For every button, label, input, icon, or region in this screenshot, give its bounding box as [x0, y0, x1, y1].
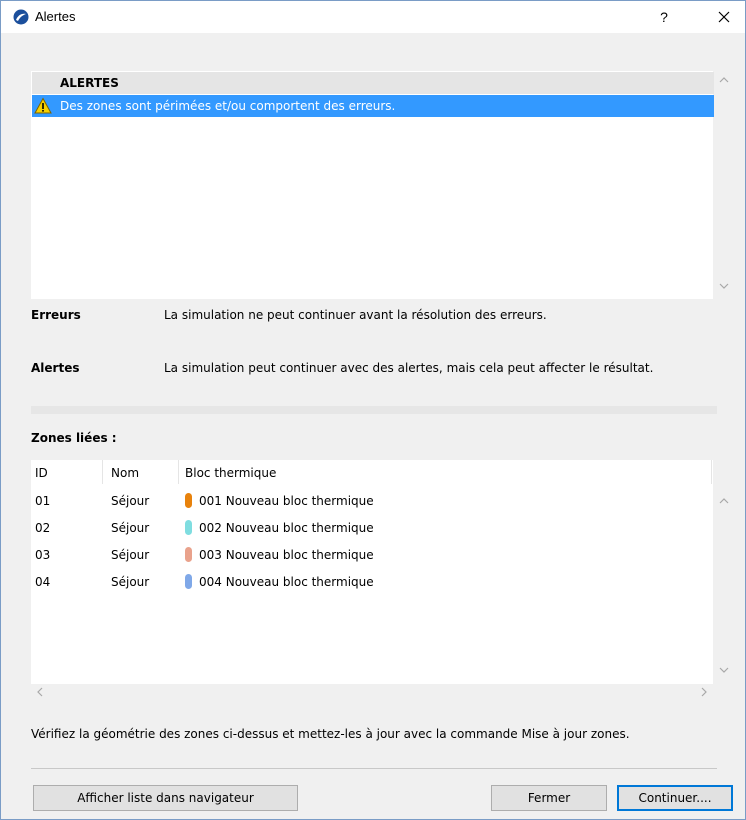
- divider: [31, 768, 717, 769]
- table-row[interactable]: 03 Séjour 003 Nouveau bloc thermique: [31, 541, 713, 568]
- column-divider[interactable]: [102, 460, 103, 484]
- legend-key: Alertes: [31, 361, 80, 375]
- help-button[interactable]: ?: [652, 7, 676, 27]
- app-logo-icon: [13, 9, 29, 25]
- cell-nom: Séjour: [111, 494, 150, 508]
- continue-button[interactable]: Continuer....: [617, 785, 733, 811]
- scroll-up-icon[interactable]: [717, 73, 731, 87]
- alerts-list-header: ALERTES: [32, 72, 714, 94]
- color-swatch: [185, 547, 192, 562]
- zones-table-header: ID Nom Bloc thermique: [31, 460, 713, 484]
- scroll-left-icon[interactable]: [33, 685, 47, 699]
- alert-item[interactable]: Des zones sont périmées et/ou comportent…: [32, 95, 714, 117]
- color-swatch: [185, 493, 192, 508]
- cell-nom: Séjour: [111, 521, 150, 535]
- cell-bloc: 003 Nouveau bloc thermique: [199, 548, 374, 562]
- cell-bloc: 002 Nouveau bloc thermique: [199, 521, 374, 535]
- divider: [31, 406, 717, 414]
- zones-section-title: Zones liées :: [31, 431, 117, 445]
- scroll-up-icon[interactable]: [717, 494, 731, 508]
- close-button[interactable]: Fermer: [491, 785, 607, 811]
- column-header-bloc[interactable]: Bloc thermique: [185, 466, 276, 480]
- warning-icon: [34, 97, 52, 114]
- scroll-down-icon[interactable]: [717, 663, 731, 677]
- cell-bloc: 004 Nouveau bloc thermique: [199, 575, 374, 589]
- cell-id: 03: [35, 548, 51, 562]
- table-row[interactable]: 04 Séjour 004 Nouveau bloc thermique: [31, 568, 713, 595]
- show-list-in-navigator-button[interactable]: Afficher liste dans navigateur: [33, 785, 298, 811]
- title-bar: Alertes ?: [1, 1, 745, 33]
- column-header-nom[interactable]: Nom: [111, 466, 139, 480]
- alerts-list[interactable]: ALERTES Des zones sont périmées et/ou co…: [31, 71, 714, 299]
- close-icon[interactable]: [709, 5, 739, 29]
- column-divider[interactable]: [711, 460, 712, 484]
- zones-table[interactable]: ID Nom Bloc thermique 01 Séjour 001 Nouv…: [31, 460, 713, 684]
- cell-nom: Séjour: [111, 575, 150, 589]
- cell-id: 04: [35, 575, 51, 589]
- scroll-right-icon[interactable]: [697, 685, 711, 699]
- cell-bloc: 001 Nouveau bloc thermique: [199, 494, 374, 508]
- legend-value: La simulation peut continuer avec des al…: [164, 361, 654, 375]
- window-title: Alertes: [35, 9, 76, 24]
- info-message: Vérifiez la géométrie des zones ci-dessu…: [31, 727, 630, 741]
- column-header-id[interactable]: ID: [35, 466, 48, 480]
- column-divider[interactable]: [178, 460, 179, 484]
- alerts-dialog: Alertes ? ALERTES Des zones sont périmée…: [0, 0, 746, 820]
- scroll-down-icon[interactable]: [717, 279, 731, 293]
- cell-id: 01: [35, 494, 51, 508]
- legend-key: Erreurs: [31, 308, 81, 322]
- cell-id: 02: [35, 521, 51, 535]
- alert-text: Des zones sont périmées et/ou comportent…: [60, 99, 396, 113]
- color-swatch: [185, 574, 192, 589]
- color-swatch: [185, 520, 192, 535]
- table-row[interactable]: 02 Séjour 002 Nouveau bloc thermique: [31, 514, 713, 541]
- alerts-header-label: ALERTES: [60, 76, 119, 90]
- table-row[interactable]: 01 Séjour 001 Nouveau bloc thermique: [31, 487, 713, 514]
- legend-value: La simulation ne peut continuer avant la…: [164, 308, 547, 322]
- cell-nom: Séjour: [111, 548, 150, 562]
